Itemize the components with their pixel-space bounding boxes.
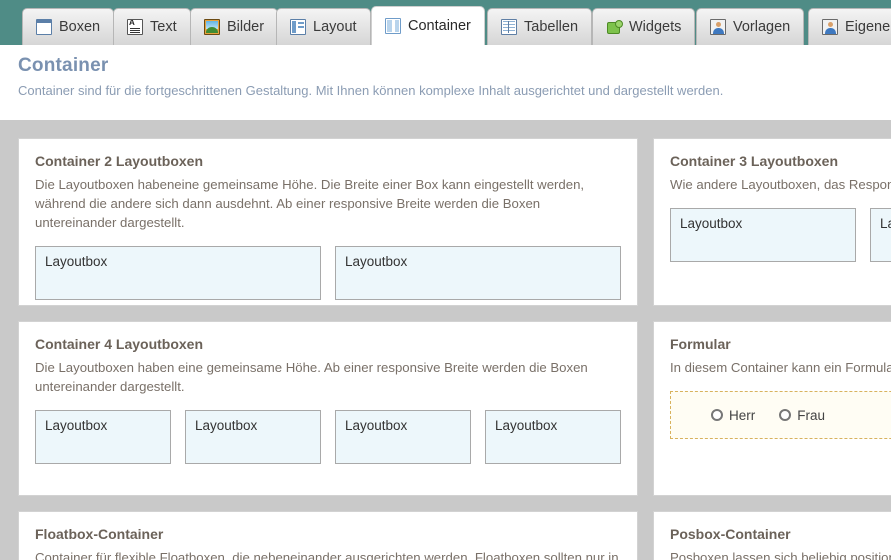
card-formular[interactable]: Formular In diesem Container kann ein Fo… xyxy=(653,321,891,496)
card-container-2-layoutboxen[interactable]: Container 2 Layoutboxen Die Layoutboxen … xyxy=(18,138,638,306)
layoutbox[interactable]: Layoutbox xyxy=(335,246,621,301)
radio-label: Frau xyxy=(797,407,826,423)
tab-label: Tabellen xyxy=(524,18,579,35)
text-icon xyxy=(127,19,143,35)
page-title: Container xyxy=(18,55,109,76)
tab-label: Bilder xyxy=(227,18,265,35)
card-container-4-layoutboxen[interactable]: Container 4 Layoutboxen Die Layoutboxen … xyxy=(18,321,638,496)
tab-layout[interactable]: Layout xyxy=(276,8,371,45)
content-area: Container 2 Layoutboxen Die Layoutboxen … xyxy=(0,120,891,560)
radio-frau[interactable]: Frau xyxy=(779,408,825,423)
form-fieldset: Herr Frau xyxy=(670,391,891,440)
card-title: Formular xyxy=(670,336,731,352)
layoutbox[interactable]: Layoutbox xyxy=(35,246,321,301)
box-icon xyxy=(36,19,52,35)
layoutbox[interactable]: Layoutbox xyxy=(870,208,891,263)
user-card-icon xyxy=(822,19,838,35)
tab-label: Vorlagen xyxy=(733,18,791,35)
image-icon xyxy=(204,19,220,35)
layoutbox[interactable]: Layoutbox xyxy=(335,410,471,465)
tab-text[interactable]: Text xyxy=(113,8,191,45)
card-description: Container für flexible Floatboxen, die n… xyxy=(35,550,619,560)
table-icon xyxy=(501,19,517,35)
layout-icon xyxy=(290,19,306,35)
card-posbox-container[interactable]: Posbox-Container Posboxen lassen sich be… xyxy=(653,511,891,560)
layoutbox[interactable]: Layoutbox xyxy=(485,410,621,465)
radio-label: Herr xyxy=(729,407,756,423)
card-floatbox-container[interactable]: Floatbox-Container Container für flexibl… xyxy=(18,511,638,560)
layoutbox[interactable]: Layoutbox xyxy=(670,208,856,263)
card-title: Container 4 Layoutboxen xyxy=(35,336,204,352)
tab-container[interactable]: Container xyxy=(371,6,485,45)
tab-label: Widgets xyxy=(629,18,682,35)
tab-label: Layout xyxy=(313,18,357,35)
page-header: Container Container sind für die fortges… xyxy=(0,45,891,120)
tab-bar: Boxen Text Bilder Layout Container Tabel… xyxy=(0,0,891,45)
page-subtitle: Container sind für die fortgeschrittenen… xyxy=(18,83,724,98)
card-description: Die Layoutboxen haben eine gemeinsame Hö… xyxy=(35,360,588,395)
container-icon xyxy=(385,18,401,34)
card-grid: Container 2 Layoutboxen Die Layoutboxen … xyxy=(18,138,891,560)
card-description: In diesem Container kann ein Formular er… xyxy=(670,360,891,375)
tab-bilder[interactable]: Bilder xyxy=(190,8,279,45)
tab-label: Text xyxy=(150,18,177,35)
layoutbox[interactable]: Layoutbox xyxy=(185,410,321,465)
column-right: Container 3 Layoutboxen Wie andere Layou… xyxy=(653,138,891,560)
card-title: Floatbox-Container xyxy=(35,526,164,542)
tab-widgets[interactable]: Widgets xyxy=(592,8,696,45)
card-description: Wie andere Layoutboxen, das Responsive V… xyxy=(670,177,891,192)
tab-eigene[interactable]: Eigene xyxy=(808,8,891,45)
layoutbox[interactable]: Layoutbox xyxy=(35,410,171,465)
column-left: Container 2 Layoutboxen Die Layoutboxen … xyxy=(18,138,638,560)
card-title: Posbox-Container xyxy=(670,526,791,542)
radio-circle-icon[interactable] xyxy=(711,409,723,422)
tab-vorlagen[interactable]: Vorlagen xyxy=(696,8,805,45)
card-description: Die Layoutboxen habeneine gemeinsame Höh… xyxy=(35,177,585,231)
tab-label: Boxen xyxy=(59,18,101,35)
layoutbox-row: Layoutbox Layoutbox Layoutbox xyxy=(670,208,891,263)
card-container-3-layoutboxen[interactable]: Container 3 Layoutboxen Wie andere Layou… xyxy=(653,138,891,306)
card-title: Container 2 Layoutboxen xyxy=(35,153,204,169)
tab-boxen[interactable]: Boxen xyxy=(22,8,115,45)
user-card-icon xyxy=(710,19,726,35)
tab-label: Eigene xyxy=(845,18,891,35)
radio-circle-icon[interactable] xyxy=(779,409,792,422)
layoutbox-row: Layoutbox Layoutbox Layoutbox Layoutbox xyxy=(35,410,621,465)
layoutbox-row: Layoutbox Layoutbox xyxy=(35,246,621,301)
tab-label: Container xyxy=(408,17,471,34)
puzzle-icon xyxy=(606,19,623,35)
card-description: Posboxen lassen sich beliebig positionie… xyxy=(670,550,891,560)
radio-herr[interactable]: Herr xyxy=(711,408,755,423)
card-title: Container 3 Layoutboxen xyxy=(670,153,839,169)
tab-tabellen[interactable]: Tabellen xyxy=(487,8,593,45)
